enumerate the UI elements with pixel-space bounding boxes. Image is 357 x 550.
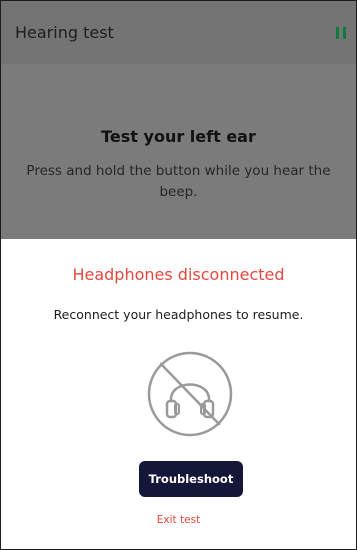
page-title: Hearing test: [15, 23, 114, 42]
exit-test-link[interactable]: Exit test: [1, 514, 356, 526]
app-bar: Hearing test: [1, 1, 356, 64]
dimmed-test-screen: Hearing test Test your left ear Press an…: [1, 1, 356, 239]
test-heading: Test your left ear: [101, 127, 256, 146]
pause-bar-left: [336, 27, 339, 39]
pause-bar-right: [343, 27, 346, 39]
test-instruction: Press and hold the button while you hear…: [26, 163, 331, 200]
pause-icon[interactable]: [336, 27, 346, 39]
headphones-disconnected-sheet: Headphones disconnected Reconnect your h…: [1, 239, 356, 549]
headphones-disconnected-icon: [147, 351, 233, 437]
sheet-message: Reconnect your headphones to resume.: [53, 307, 304, 322]
sheet-title: Headphones disconnected: [72, 265, 285, 284]
app-frame: Hearing test Test your left ear Press an…: [0, 0, 357, 550]
troubleshoot-button[interactable]: Troubleshoot: [139, 461, 243, 497]
